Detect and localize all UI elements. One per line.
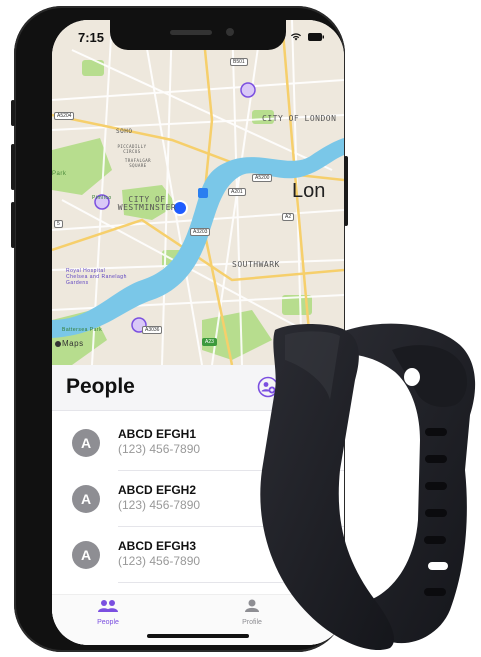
map-label-city-of-london: CITY OF LONDON (262, 114, 337, 123)
map-label-royal-hospital: Royal Hospital Chelsea and Ranelagh Gard… (66, 268, 127, 286)
map-label-park: Park (52, 171, 67, 177)
map-label-soho: SOHO (116, 128, 133, 135)
tab-people-label: People (97, 619, 119, 626)
person-name: ABCD EFGH1 (118, 427, 197, 441)
maps-attribution: Maps (62, 339, 84, 348)
person-phone: (123) 456-7890 (118, 498, 201, 512)
power-button (344, 156, 348, 226)
map-label-westminster: CITY OF WESTMINSTER (117, 195, 177, 212)
people-header: People (52, 365, 344, 411)
person-row[interactable]: A ABCD EFGH2 (123) 456-7890 (52, 471, 344, 527)
wifi-icon (291, 33, 301, 41)
person-phone: (123) 456-7890 (118, 554, 201, 568)
volume-down-button (11, 202, 15, 248)
map-label-trafalgar: TRAFALGAR SQUARE (124, 158, 152, 168)
person-phone: (123) 456-7890 (118, 442, 201, 456)
map-pin[interactable] (240, 82, 256, 98)
transit-icon (198, 188, 208, 198)
road-badge: B501 (230, 58, 248, 66)
person-name: ABCD EFGH3 (118, 539, 197, 553)
person-row[interactable]: A ABCD EFGH3 (123) 456-7890 (52, 527, 344, 583)
avatar: A (72, 485, 100, 513)
map-label-southwark: SOUTHWARK (232, 260, 280, 269)
map-label-piccadilly: PICCADILLY CIRCUS (117, 144, 147, 154)
road-badge: A3036 (142, 326, 163, 334)
volume-up-button (11, 144, 15, 190)
road-badge: A3203 (190, 228, 211, 236)
map-label-battersea: Battersea Park (62, 327, 103, 333)
road-badge: A23 (202, 338, 217, 346)
tab-profile-label: Profile (242, 619, 262, 626)
road-badge: A2 (282, 213, 295, 221)
mute-switch (11, 100, 15, 126)
phone-screen: 7:15 CITY OF LONDON SOHO PICCADILLY CIRC… (52, 20, 344, 645)
notch (110, 20, 286, 50)
profile-tab-icon (245, 599, 259, 612)
avatar: A (72, 541, 100, 569)
status-time: 7:15 (78, 30, 105, 45)
tab-bar: People Profile (52, 594, 344, 645)
avatar: A (72, 429, 100, 457)
battery-icon (308, 32, 324, 41)
person-name: ABCD EFGH2 (118, 483, 197, 497)
road-badge: A5200 (252, 174, 273, 182)
tab-profile[interactable]: Profile (222, 599, 282, 626)
map-label-london: Lon (292, 180, 326, 202)
people-tab-icon (98, 600, 118, 612)
home-indicator (147, 634, 249, 638)
road-badge: A5204 (54, 112, 75, 120)
person-row[interactable]: A ABCD EFGH1 (123) 456-7890 (52, 415, 344, 471)
road-badge: A201 (228, 188, 246, 196)
people-panel: People A ABCD EFGH1 (123) 456-7890 A ABC… (52, 365, 344, 645)
tab-people[interactable]: People (78, 599, 138, 626)
road-badge: 5 (54, 220, 63, 228)
status-icons (290, 32, 324, 41)
people-title: People (66, 375, 135, 398)
add-person-icon[interactable] (257, 376, 279, 398)
divider (118, 582, 344, 583)
map-label-pimlico: Pimlico (92, 195, 112, 201)
